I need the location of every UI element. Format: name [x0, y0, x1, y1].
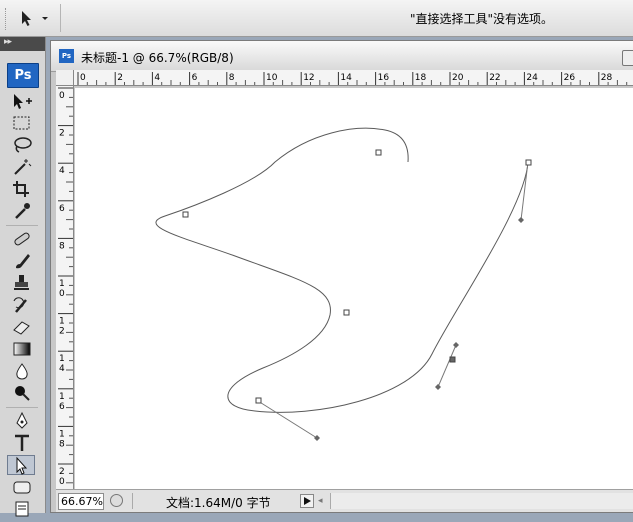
notes-icon[interactable] — [8, 499, 36, 519]
ruler-label: 4 — [59, 166, 65, 176]
ruler-label: 2 — [59, 467, 65, 477]
gradient-icon[interactable] — [8, 339, 36, 359]
anchor-point — [182, 211, 189, 218]
clone-stamp-icon[interactable] — [8, 273, 36, 293]
caret-down-icon — [42, 17, 48, 20]
ruler-label: 8 — [229, 73, 235, 83]
status-menu-icon[interactable] — [110, 494, 123, 507]
anchor-point — [375, 149, 382, 156]
handle-point — [518, 217, 524, 223]
direction-line — [520, 161, 529, 221]
tools-divider — [6, 225, 38, 226]
ruler-label: 6 — [192, 73, 198, 83]
options-bar-grip[interactable] — [5, 8, 9, 30]
anchor-point — [525, 159, 532, 166]
healing-brush-icon[interactable] — [8, 229, 36, 249]
ps-logo[interactable]: Ps — [7, 63, 39, 88]
document-icon: Ps — [59, 49, 74, 63]
horizontal-scrollbar[interactable] — [330, 493, 633, 509]
tools-panel: ▸▸ Ps — [0, 37, 46, 517]
ruler-label: 22 — [489, 73, 500, 83]
options-separator — [60, 4, 61, 32]
ruler-label: 1 — [59, 392, 65, 402]
blur-icon[interactable] — [8, 361, 36, 381]
direct-selection-arrow-icon — [22, 11, 31, 26]
collapse-icon[interactable]: ▸▸ — [4, 37, 12, 47]
vector-path — [155, 127, 529, 413]
tools-divider — [6, 407, 38, 408]
direction-line — [257, 400, 318, 439]
status-bar: 66.67% 文档:1.64M/0 字节 ◂ — [56, 489, 633, 512]
ruler-label: 0 — [59, 91, 65, 101]
scroll-left-icon[interactable]: ◂ — [318, 494, 328, 508]
canvas[interactable] — [75, 88, 633, 491]
ruler-label: 0 — [59, 289, 65, 299]
play-arrow-icon — [304, 497, 311, 505]
ruler-label: 1 — [59, 429, 65, 439]
ruler-label: 1 — [59, 354, 65, 364]
anchor-point-selected — [449, 356, 456, 363]
ruler-label: 0 — [59, 477, 65, 487]
document-titlebar[interactable]: Ps 未标题-1 @ 66.7%(RGB/8) — [51, 41, 633, 72]
options-bar: "直接选择工具"没有选项。 — [0, 0, 633, 37]
ruler-label: 0 — [80, 73, 86, 83]
handle-point — [453, 342, 459, 348]
magic-wand-icon[interactable] — [8, 157, 36, 177]
crop-icon[interactable] — [8, 179, 36, 199]
ruler-label: 6 — [59, 204, 65, 214]
brush-icon[interactable] — [8, 251, 36, 271]
document-title: 未标题-1 @ 66.7%(RGB/8) — [81, 51, 234, 65]
horizontal-ruler[interactable]: 0 2 4 6 8 10 12 14 16 18 20 22 24 26 28 — [74, 70, 633, 86]
history-brush-icon[interactable] — [8, 295, 36, 315]
vertical-ruler[interactable]: 02468101214161820 — [56, 86, 74, 490]
document-window: Ps 未标题-1 @ 66.7%(RGB/8) 0 2 4 6 8 10 12 14 16 18 2… — [50, 40, 633, 513]
ruler-label: 1 — [59, 317, 65, 327]
ruler-label: 16 — [378, 73, 390, 83]
anchor-point — [343, 309, 350, 316]
ruler-label: 8 — [59, 241, 65, 251]
ruler-label: 14 — [340, 73, 352, 83]
window-control-button[interactable] — [622, 50, 633, 66]
tool-preset-picker[interactable] — [14, 7, 54, 29]
ruler-label: 2 — [59, 129, 65, 139]
ruler-label: 6 — [59, 402, 65, 412]
lasso-icon[interactable] — [8, 135, 36, 155]
pen-icon[interactable] — [8, 411, 36, 431]
anchor-point — [255, 397, 262, 404]
type-icon[interactable] — [8, 433, 36, 453]
status-separator — [132, 493, 133, 509]
tools-panel-header[interactable]: ▸▸ — [0, 37, 45, 51]
ruler-label: 2 — [117, 73, 123, 83]
direction-line — [437, 344, 457, 388]
ruler-label: 12 — [303, 73, 314, 83]
marquee-icon[interactable] — [8, 113, 36, 133]
ruler-label: 24 — [526, 73, 538, 83]
zoom-field[interactable]: 66.67% — [58, 493, 104, 510]
ruler-label: 1 — [59, 279, 65, 289]
ruler-label: 18 — [415, 73, 427, 83]
shape-icon[interactable] — [8, 477, 36, 497]
direct-selection-icon[interactable] — [7, 455, 35, 475]
ruler-label: 26 — [564, 73, 576, 83]
eraser-icon[interactable] — [8, 317, 36, 337]
options-message: "直接选择工具"没有选项。 — [410, 12, 554, 26]
eyedropper-icon[interactable] — [8, 201, 36, 221]
handle-point — [435, 384, 441, 390]
path-selection-icon[interactable] — [8, 91, 36, 111]
dodge-icon[interactable] — [8, 383, 36, 403]
ruler-label: 10 — [266, 73, 278, 83]
ruler-label: 4 — [59, 364, 65, 374]
ruler-label: 8 — [59, 439, 65, 449]
ruler-label: 4 — [154, 73, 160, 83]
ruler-origin[interactable] — [56, 70, 74, 86]
ruler-label: 28 — [601, 73, 613, 83]
status-popup-button[interactable] — [300, 494, 314, 508]
ruler-label: 20 — [452, 73, 464, 83]
ruler-label: 2 — [59, 327, 65, 337]
handle-point — [314, 435, 320, 441]
document-size: 文档:1.64M/0 字节 — [166, 496, 271, 510]
